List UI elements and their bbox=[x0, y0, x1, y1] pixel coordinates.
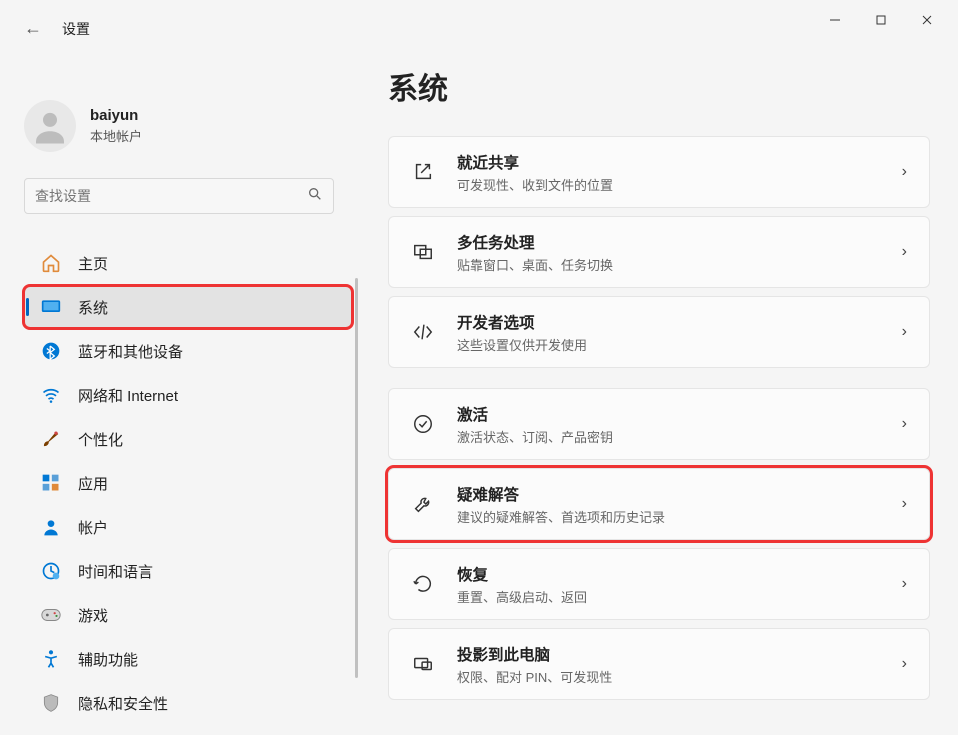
nav-network[interactable]: 网络和 Internet bbox=[24, 374, 352, 416]
wrench-icon bbox=[411, 492, 435, 516]
chevron-right-icon: › bbox=[902, 163, 907, 181]
user-block[interactable]: baiyun 本地帐户 bbox=[24, 100, 352, 152]
nav-system[interactable]: 系统 bbox=[24, 286, 352, 328]
main-content: 系统 就近共享 可发现性、收到文件的位置 › 多任务处理 贴靠窗口、桌面、任务切… bbox=[360, 40, 958, 727]
check-circle-icon bbox=[411, 412, 435, 436]
card-subtitle: 建议的疑难解答、首选项和历史记录 bbox=[457, 507, 902, 526]
gamepad-icon bbox=[40, 604, 62, 626]
card-title: 投影到此电脑 bbox=[457, 643, 902, 665]
card-nearby-sharing[interactable]: 就近共享 可发现性、收到文件的位置 › bbox=[388, 136, 930, 208]
shield-icon bbox=[40, 692, 62, 714]
nav-label: 帐户 bbox=[78, 517, 108, 538]
search-box[interactable] bbox=[24, 178, 334, 214]
wifi-icon bbox=[40, 384, 62, 406]
nav-list: 主页 系统 蓝牙和其他设备 网络和 Internet 个性化 应用 bbox=[24, 242, 352, 724]
clock-globe-icon bbox=[40, 560, 62, 582]
nav-label: 时间和语言 bbox=[78, 561, 153, 582]
nav-label: 蓝牙和其他设备 bbox=[78, 341, 183, 362]
card-title: 激活 bbox=[457, 403, 902, 425]
user-type: 本地帐户 bbox=[90, 126, 142, 145]
chevron-right-icon: › bbox=[902, 415, 907, 433]
card-subtitle: 贴靠窗口、桌面、任务切换 bbox=[457, 255, 902, 274]
developer-icon bbox=[411, 320, 435, 344]
card-subtitle: 重置、高级启动、返回 bbox=[457, 587, 902, 606]
avatar bbox=[24, 100, 76, 152]
projecting-icon bbox=[411, 652, 435, 676]
user-name: baiyun bbox=[90, 107, 142, 124]
chevron-right-icon: › bbox=[902, 243, 907, 261]
scrollbar[interactable] bbox=[355, 278, 358, 678]
nav-label: 主页 bbox=[78, 253, 108, 274]
system-icon bbox=[40, 296, 62, 318]
card-subtitle: 权限、配对 PIN、可发现性 bbox=[457, 667, 902, 686]
page-title: 系统 bbox=[388, 64, 930, 108]
nav-personalization[interactable]: 个性化 bbox=[24, 418, 352, 460]
card-subtitle: 这些设置仅供开发使用 bbox=[457, 335, 902, 354]
card-title: 开发者选项 bbox=[457, 311, 902, 333]
card-multitasking[interactable]: 多任务处理 贴靠窗口、桌面、任务切换 › bbox=[388, 216, 930, 288]
nav-label: 应用 bbox=[78, 473, 108, 494]
nav-accounts[interactable]: 帐户 bbox=[24, 506, 352, 548]
nav-label: 网络和 Internet bbox=[78, 385, 178, 406]
nav-bluetooth[interactable]: 蓝牙和其他设备 bbox=[24, 330, 352, 372]
nav-apps[interactable]: 应用 bbox=[24, 462, 352, 504]
window-minimize[interactable] bbox=[812, 4, 858, 36]
nav-label: 隐私和安全性 bbox=[78, 693, 168, 714]
sidebar: baiyun 本地帐户 主页 系统 蓝牙和其他设备 bbox=[0, 40, 360, 727]
bluetooth-icon bbox=[40, 340, 62, 362]
card-troubleshoot[interactable]: 疑难解答 建议的疑难解答、首选项和历史记录 › bbox=[388, 468, 930, 540]
card-activation[interactable]: 激活 激活状态、订阅、产品密钥 › bbox=[388, 388, 930, 460]
search-icon bbox=[307, 186, 323, 206]
multitask-icon bbox=[411, 240, 435, 264]
nav-home[interactable]: 主页 bbox=[24, 242, 352, 284]
nav-label: 个性化 bbox=[78, 429, 123, 450]
card-title: 多任务处理 bbox=[457, 231, 902, 253]
recovery-icon bbox=[411, 572, 435, 596]
card-title: 疑难解答 bbox=[457, 483, 902, 505]
chevron-right-icon: › bbox=[902, 575, 907, 593]
nav-privacy[interactable]: 隐私和安全性 bbox=[24, 682, 352, 724]
nav-label: 系统 bbox=[78, 297, 108, 318]
apps-icon bbox=[40, 472, 62, 494]
person-icon bbox=[40, 516, 62, 538]
chevron-right-icon: › bbox=[902, 323, 907, 341]
search-input[interactable] bbox=[35, 188, 307, 204]
brush-icon bbox=[40, 428, 62, 450]
nav-time-language[interactable]: 时间和语言 bbox=[24, 550, 352, 592]
card-subtitle: 可发现性、收到文件的位置 bbox=[457, 175, 902, 194]
share-icon bbox=[411, 160, 435, 184]
accessibility-icon bbox=[40, 648, 62, 670]
card-title: 就近共享 bbox=[457, 151, 902, 173]
card-recovery[interactable]: 恢复 重置、高级启动、返回 › bbox=[388, 548, 930, 620]
card-subtitle: 激活状态、订阅、产品密钥 bbox=[457, 427, 902, 446]
nav-label: 游戏 bbox=[78, 605, 108, 626]
window-close[interactable] bbox=[904, 4, 950, 36]
chevron-right-icon: › bbox=[902, 655, 907, 673]
home-icon bbox=[40, 252, 62, 274]
app-title: 设置 bbox=[62, 19, 90, 39]
nav-label: 辅助功能 bbox=[78, 649, 138, 670]
chevron-right-icon: › bbox=[902, 495, 907, 513]
card-developer[interactable]: 开发者选项 这些设置仅供开发使用 › bbox=[388, 296, 930, 368]
nav-gaming[interactable]: 游戏 bbox=[24, 594, 352, 636]
card-projecting[interactable]: 投影到此电脑 权限、配对 PIN、可发现性 › bbox=[388, 628, 930, 700]
back-button[interactable]: ← bbox=[24, 18, 42, 39]
window-maximize[interactable] bbox=[858, 4, 904, 36]
nav-accessibility[interactable]: 辅助功能 bbox=[24, 638, 352, 680]
card-title: 恢复 bbox=[457, 563, 902, 585]
